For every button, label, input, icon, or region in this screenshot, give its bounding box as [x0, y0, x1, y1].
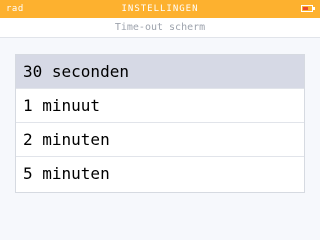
- battery-icon: [301, 5, 315, 12]
- app-title: INSTELLINGEN: [121, 4, 199, 14]
- timeout-options-list: 30 seconden 1 minuut 2 minuten 5 minuten: [15, 54, 305, 193]
- battery-level: [303, 7, 308, 10]
- option-2-minutes[interactable]: 2 minuten: [16, 123, 304, 157]
- status-bar: rad INSTELLINGEN: [0, 0, 320, 18]
- page-subtitle: Time-out scherm: [114, 22, 206, 33]
- option-30-seconds[interactable]: 30 seconden: [16, 55, 304, 89]
- option-5-minutes[interactable]: 5 minuten: [16, 157, 304, 192]
- subtitle-bar: Time-out scherm: [0, 18, 320, 38]
- option-1-minute[interactable]: 1 minuut: [16, 89, 304, 123]
